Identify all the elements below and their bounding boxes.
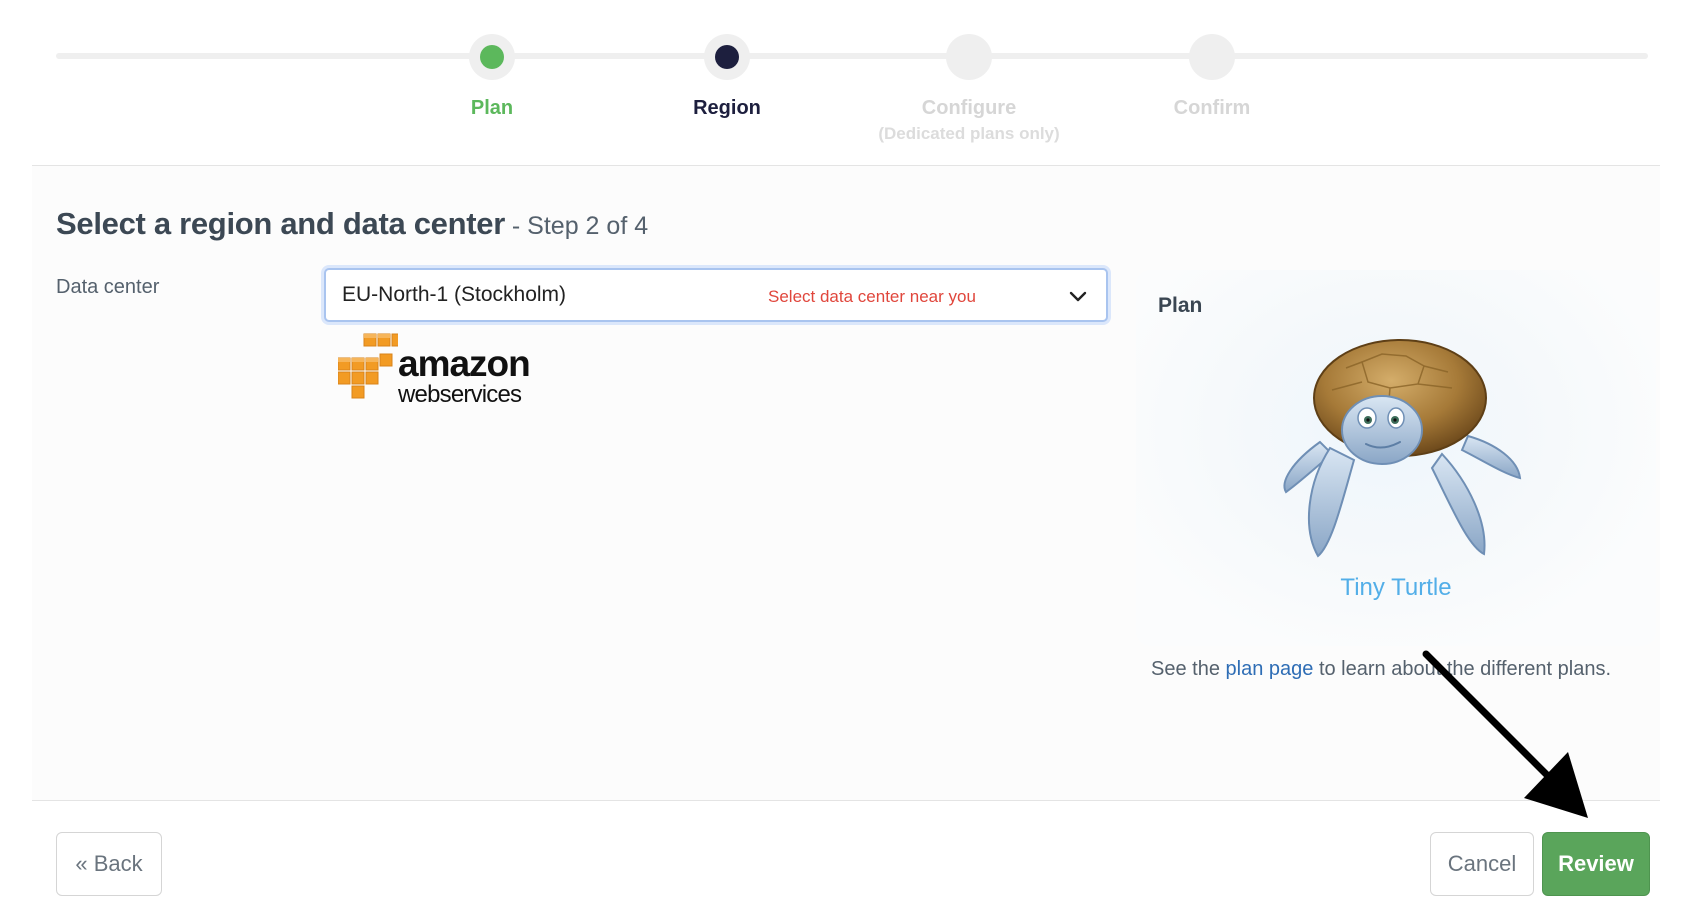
step-confirm: Confirm <box>1082 34 1342 122</box>
step-configure-marker <box>946 34 992 80</box>
step-region-dot <box>715 45 739 69</box>
turtle-mascot-icon <box>1283 339 1522 558</box>
data-center-selected-value: EU-North-1 (Stockholm) <box>342 283 567 306</box>
arrow-icon <box>1422 650 1588 818</box>
step-plan-dot <box>480 45 504 69</box>
bottom-divider <box>32 800 1660 801</box>
chevron-down-icon <box>1069 291 1087 302</box>
back-button[interactable]: « Back <box>56 832 162 896</box>
page-step-indicator: - Step 2 of 4 <box>504 212 649 240</box>
cancel-button[interactable]: Cancel <box>1430 832 1534 896</box>
data-center-label: Data center <box>56 276 160 298</box>
plan-card-title: Plan <box>1158 294 1203 317</box>
step-plan-label: Plan <box>470 97 514 119</box>
aws-logo: amazon webservices <box>338 332 534 408</box>
step-plan-marker <box>469 34 515 80</box>
page-title-text: Select a region and data center <box>56 206 505 241</box>
step-region-label: Region <box>693 97 761 119</box>
data-center-select[interactable]: EU-North-1 (Stockholm) Select data cente… <box>324 268 1108 322</box>
step-confirm-marker <box>1189 34 1235 80</box>
region-panel: Select a region and data center - Step 2… <box>32 166 1660 800</box>
plan-page-link[interactable]: plan page <box>1226 658 1314 680</box>
review-button[interactable]: Review <box>1542 832 1650 896</box>
plan-card: Plan Tiny Turtle <box>1136 270 1656 646</box>
aws-cubes-icon <box>338 333 398 399</box>
page-title: Select a region and data center - Step 2… <box>56 206 648 242</box>
step-configure-sublabel: (Dedicated plans only) <box>878 124 1060 143</box>
plan-note-prefix: See the <box>1151 658 1226 680</box>
step-confirm-label: Confirm <box>1173 97 1251 119</box>
step-region-marker <box>704 34 750 80</box>
step-plan[interactable]: Plan <box>362 34 622 122</box>
plan-name: Tiny Turtle <box>1340 574 1452 601</box>
data-center-hint: Select data center near you <box>768 287 976 306</box>
progress-stepper: Plan Region Configure (Dedicated plans o… <box>0 0 1686 166</box>
step-configure: Configure (Dedicated plans only) <box>839 34 1099 146</box>
step-region[interactable]: Region <box>597 34 857 122</box>
step-configure-label: Configure <box>921 97 1017 119</box>
